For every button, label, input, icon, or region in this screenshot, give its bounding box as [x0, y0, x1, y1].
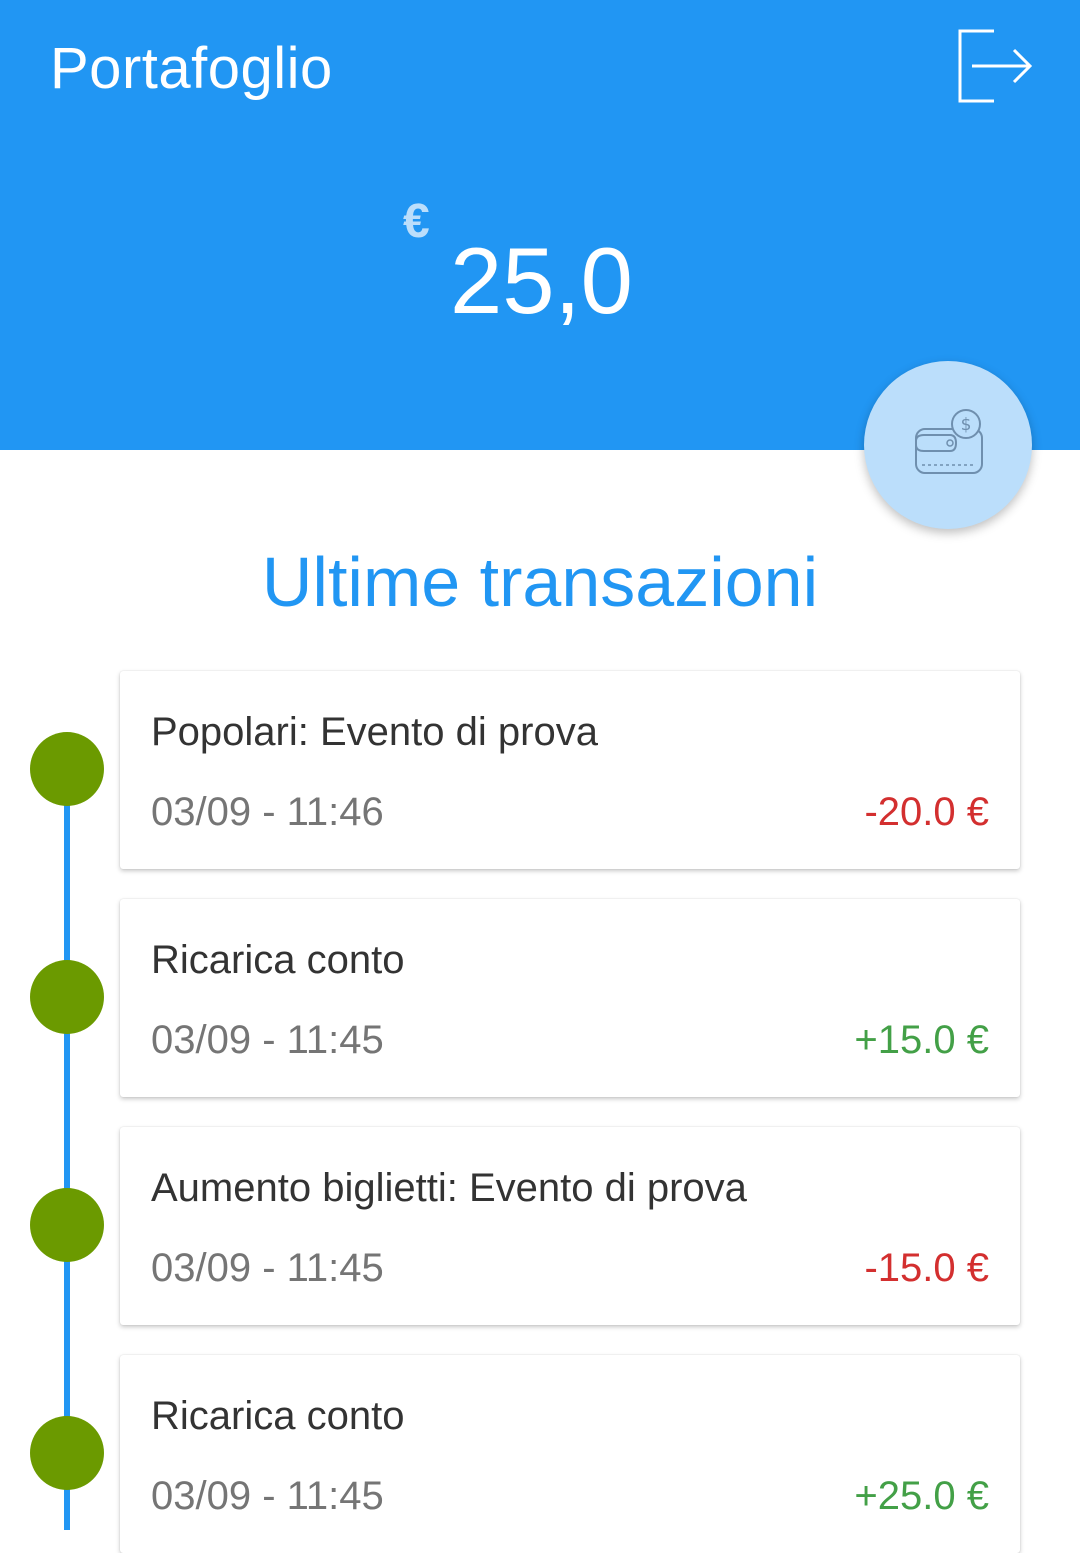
transaction-description: Ricarica conto — [151, 938, 405, 982]
page-title: Portafoglio — [50, 36, 333, 101]
section-title: Ultime transazioni — [261, 543, 819, 621]
transaction-card[interactable]: Aumento biglietti: Evento di prova 03/09… — [120, 1127, 1020, 1325]
transaction-amount: +15.0 € — [854, 1018, 989, 1062]
logout-button[interactable] — [952, 26, 1036, 106]
transaction-description: Popolari: Evento di prova — [151, 710, 598, 754]
transaction-amount: +25.0 € — [854, 1474, 989, 1518]
transaction-description: Aumento biglietti: Evento di prova — [151, 1166, 747, 1210]
timeline-dot — [30, 960, 104, 1034]
transaction-datetime: 03/09 - 11:45 — [151, 1018, 384, 1062]
transaction-card[interactable]: Ricarica conto 03/09 - 11:45 +25.0 € — [120, 1355, 1020, 1553]
transaction-description: Ricarica conto — [151, 1394, 405, 1438]
transaction-card[interactable]: Ricarica conto 03/09 - 11:45 +15.0 € — [120, 899, 1020, 1097]
transaction-datetime: 03/09 - 11:46 — [151, 790, 384, 834]
timeline-dot — [30, 1416, 104, 1490]
logout-icon — [958, 29, 1033, 103]
transaction-amount: -20.0 € — [864, 790, 989, 834]
transaction-card[interactable]: Popolari: Evento di prova 03/09 - 11:46 … — [120, 671, 1020, 869]
timeline-dot — [30, 732, 104, 806]
wallet-button[interactable]: $ — [864, 361, 1032, 529]
currency-symbol: € — [403, 195, 430, 248]
svg-text:$: $ — [961, 415, 972, 435]
balance-amount: 25,0 — [450, 228, 633, 333]
transaction-datetime: 03/09 - 11:45 — [151, 1474, 384, 1518]
transaction-amount: -15.0 € — [864, 1246, 989, 1290]
wallet-icon: $ — [915, 409, 983, 474]
timeline-dot — [30, 1188, 104, 1262]
transaction-datetime: 03/09 - 11:45 — [151, 1246, 384, 1290]
